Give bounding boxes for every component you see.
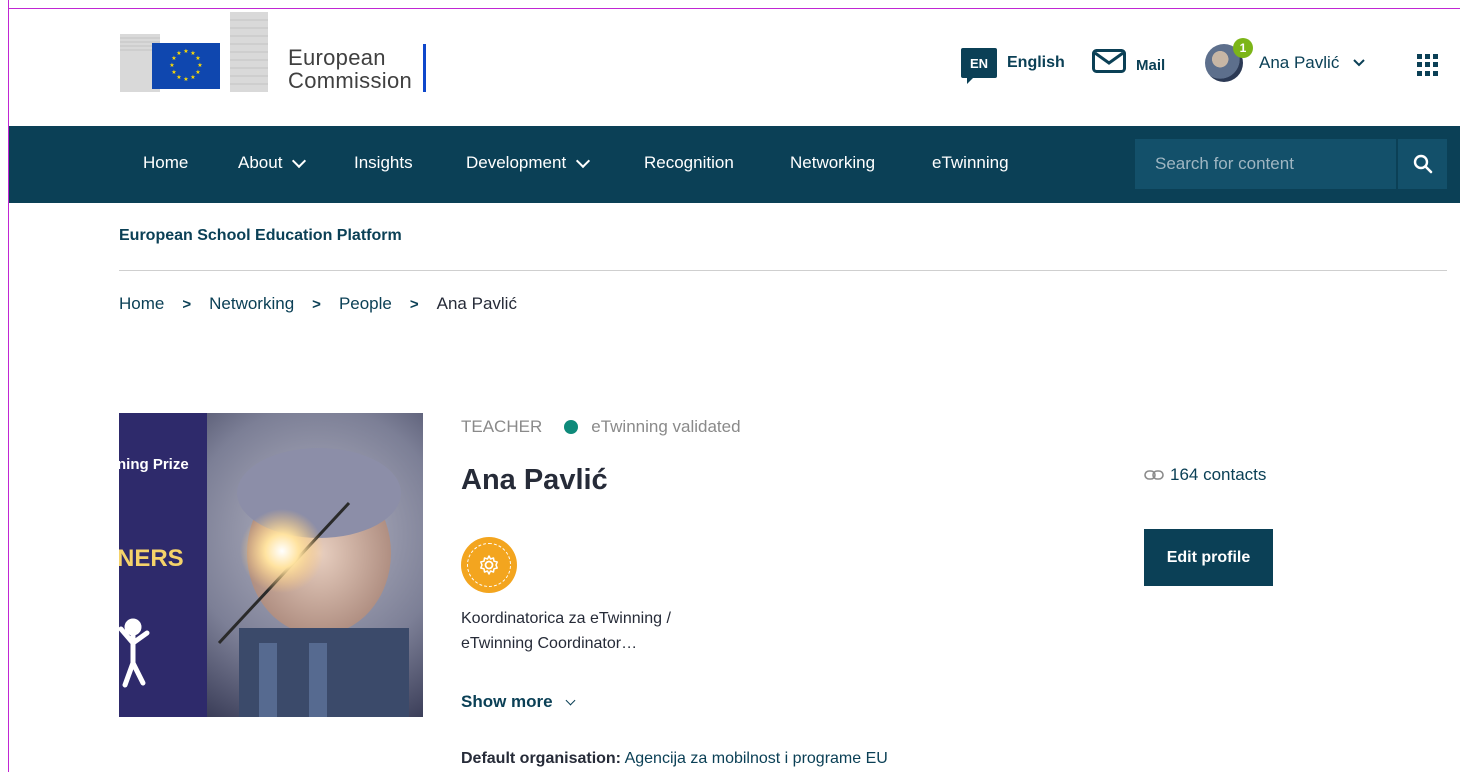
profile-image: ning Prize NERS	[119, 413, 423, 717]
gear-icon	[480, 555, 498, 575]
language-code-badge: EN	[961, 48, 997, 84]
chevron-down-icon	[565, 695, 576, 705]
org-label: Default organisation:	[461, 750, 622, 767]
apps-grid-icon[interactable]	[1417, 54, 1439, 76]
svg-text:★: ★	[171, 69, 176, 76]
search-input[interactable]	[1135, 139, 1385, 189]
svg-text:★: ★	[169, 62, 174, 69]
language-selector[interactable]: EN English	[961, 48, 1065, 84]
nav-item-home[interactable]: Home	[143, 153, 188, 173]
chevron-right-icon: >	[182, 295, 192, 313]
default-organisation: Default organisation: Agencija za mobiln…	[461, 750, 888, 768]
language-label: English	[1007, 54, 1065, 71]
mail-label: Mail	[1136, 57, 1166, 74]
image-caption-winners: NERS	[119, 545, 184, 572]
avatar: 1	[1205, 38, 1253, 82]
mail-icon	[1092, 48, 1126, 73]
chevron-down-icon	[576, 153, 591, 168]
nav-item-about[interactable]: About	[238, 153, 307, 173]
chevron-right-icon: >	[312, 295, 321, 313]
svg-text:★: ★	[183, 48, 188, 55]
contacts-count: 164 contacts	[1170, 465, 1267, 484]
nav-item-development[interactable]: Development	[466, 153, 591, 173]
role-label: TEACHER	[461, 417, 543, 436]
breadcrumb-home[interactable]: Home	[119, 294, 164, 314]
achievement-badge[interactable]	[461, 537, 517, 593]
chevron-down-icon	[1353, 59, 1366, 67]
frame-border-top	[8, 8, 1460, 9]
profile-role-line: TEACHER eTwinning validated	[461, 417, 741, 437]
org-link[interactable]: Agencija za mobilnost i programe EU	[625, 750, 888, 767]
profile-bio: Koordinatorica za eTwinning / eTwinning …	[461, 610, 671, 652]
chevron-right-icon: >	[409, 295, 419, 313]
european-commission-logo[interactable]: ★ ★ ★ ★ ★ ★ ★ ★ ★ ★ ★ ★ European Commission	[118, 12, 438, 92]
svg-text:★: ★	[190, 74, 195, 81]
mail-link[interactable]: Mail	[1092, 47, 1165, 74]
main-navigation: Home About Insights Development Recognit…	[9, 126, 1460, 203]
link-icon	[1144, 470, 1164, 480]
user-name: Ana Pavlić	[1259, 53, 1340, 72]
frame-border-left	[8, 0, 9, 772]
logo-divider	[423, 44, 426, 92]
svg-text:★: ★	[195, 69, 200, 76]
notification-badge: 1	[1233, 38, 1253, 58]
user-menu[interactable]: 1 Ana Pavlić	[1205, 38, 1366, 82]
divider	[119, 270, 1447, 271]
nav-item-networking[interactable]: Networking	[790, 153, 875, 173]
svg-text:★: ★	[176, 50, 181, 57]
nav-item-insights[interactable]: Insights	[354, 153, 413, 173]
breadcrumb-current: Ana Pavlić	[436, 294, 517, 313]
svg-text:★: ★	[176, 74, 181, 81]
breadcrumb: Home > Networking > People > Ana Pavlić	[119, 294, 517, 314]
image-caption-top: ning Prize	[119, 456, 189, 473]
breadcrumb-people[interactable]: People	[339, 294, 392, 314]
site-name[interactable]: European School Education Platform	[119, 227, 402, 245]
svg-text:★: ★	[183, 76, 188, 83]
breadcrumb-networking[interactable]: Networking	[209, 294, 294, 314]
search-icon	[1413, 154, 1432, 174]
validated-status-dot	[564, 420, 579, 434]
nav-item-etwinning[interactable]: eTwinning	[932, 153, 1009, 173]
logo-text: European Commission	[288, 45, 413, 93]
show-more-button[interactable]: Show more	[461, 692, 576, 712]
show-more-label: Show more	[461, 692, 553, 711]
profile-name: Ana Pavlić	[461, 464, 608, 496]
eu-flag-icon: ★ ★★ ★★★ ★★★ ★★★	[152, 43, 220, 89]
search-box	[1135, 139, 1396, 189]
nav-item-recognition[interactable]: Recognition	[644, 153, 734, 173]
edit-profile-button[interactable]: Edit profile	[1144, 529, 1273, 586]
contacts-link[interactable]: 164 contacts	[1144, 465, 1266, 485]
profile-picture: ning Prize NERS	[119, 413, 423, 717]
search-button[interactable]	[1398, 139, 1447, 189]
validation-label: eTwinning validated	[591, 417, 741, 436]
chevron-down-icon	[292, 153, 307, 168]
svg-text:★: ★	[197, 62, 202, 69]
svg-text:★: ★	[195, 55, 200, 62]
